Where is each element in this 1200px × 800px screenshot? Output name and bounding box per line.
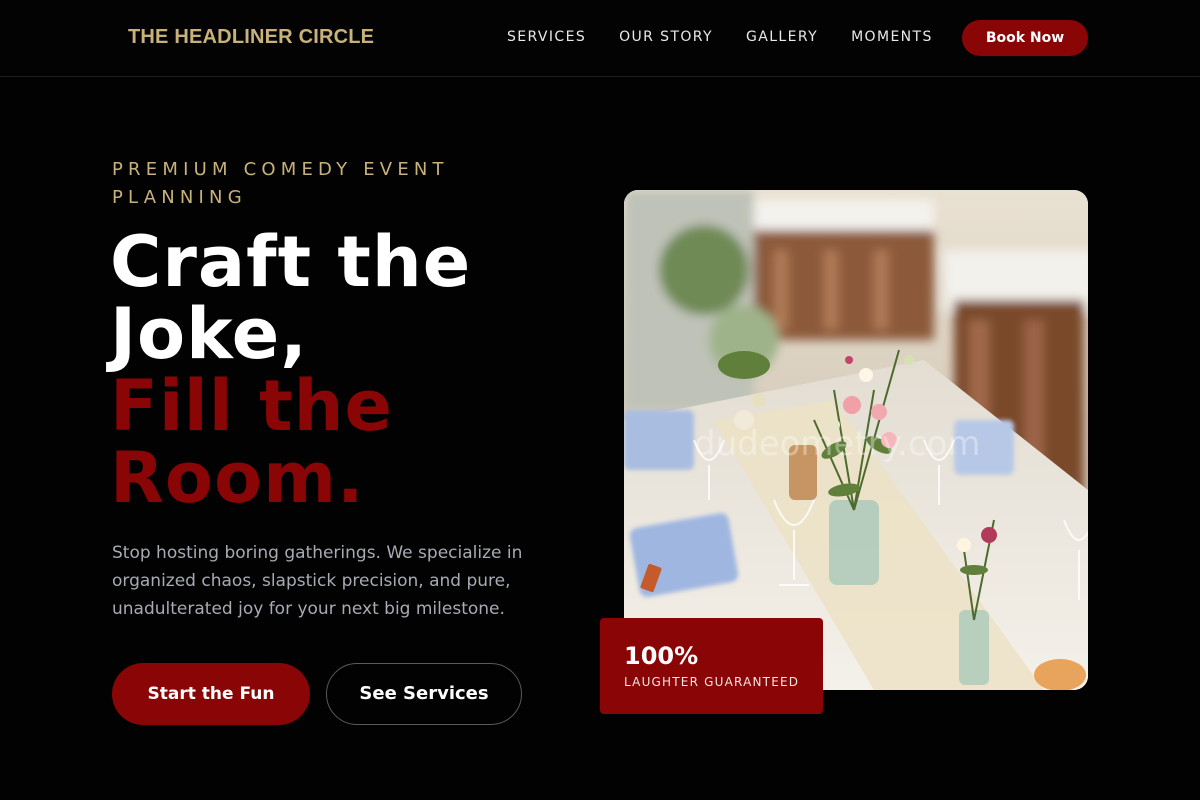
book-now-button[interactable]: Book Now (962, 20, 1088, 56)
headline-line-3: Fill the (110, 365, 393, 447)
image-watermark: dudeometry.com (694, 424, 980, 464)
nav-services[interactable]: SERVICES (507, 29, 586, 45)
table-setting-illustration: dudeometry.com (624, 190, 1088, 690)
nav-gallery[interactable]: GALLERY (746, 29, 818, 45)
nav-our-story[interactable]: OUR STORY (619, 29, 713, 45)
brand-logo[interactable]: THE HEADLINER CIRCLE (128, 26, 374, 49)
laughter-guarantee-badge: 100% LAUGHTER GUARANTEED (600, 618, 823, 714)
start-the-fun-button[interactable]: Start the Fun (112, 663, 310, 725)
headline-line-4: Room. (110, 437, 365, 519)
badge-value: 100% (624, 642, 699, 670)
headline-line-2: Joke, (110, 293, 308, 375)
event-table-photo: dudeometry.com (624, 190, 1088, 690)
hero-headline: Craft the Joke, Fill the Room. (110, 226, 471, 514)
hero-description: Stop hosting boring gatherings. We speci… (112, 543, 523, 619)
top-navigation: THE HEADLINER CIRCLE SERVICES OUR STORY … (0, 0, 1200, 77)
badge-label: LAUGHTER GUARANTEED (624, 675, 800, 689)
nav-moments[interactable]: MOMENTS (851, 29, 933, 45)
hero-eyebrow: PREMIUM COMEDY EVENT PLANNING (112, 159, 449, 208)
see-services-button[interactable]: See Services (326, 663, 522, 725)
headline-line-1: Craft the (110, 221, 472, 303)
nav-links: SERVICES OUR STORY GALLERY MOMENTS (507, 29, 966, 45)
